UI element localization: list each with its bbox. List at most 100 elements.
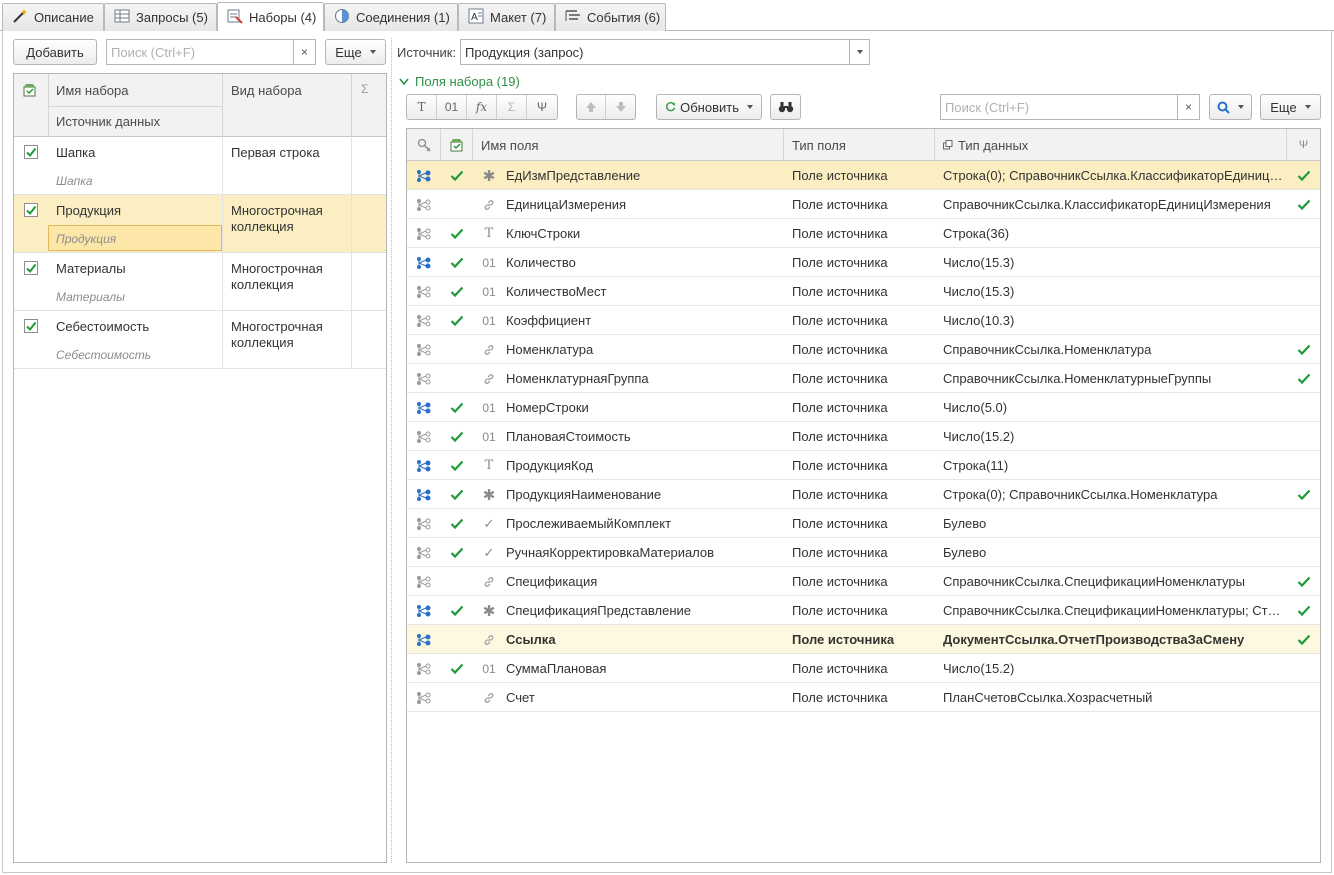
- role-icon[interactable]: [407, 567, 441, 596]
- tab-joins[interactable]: Соединения (1): [324, 3, 458, 31]
- check-icon[interactable]: [1287, 625, 1320, 654]
- check-icon[interactable]: [441, 306, 473, 335]
- role-icon[interactable]: [407, 364, 441, 393]
- column-data-source[interactable]: Источник данных: [56, 114, 160, 129]
- field-row[interactable]: T ПродукцияКод Поле источника Строка(11): [407, 451, 1320, 480]
- empty-check[interactable]: [1287, 451, 1320, 480]
- dimension-role-icon[interactable]: [407, 625, 441, 654]
- dataset-row[interactable]: Шапка Шапка Первая строка: [14, 137, 386, 195]
- field-row[interactable]: НоменклатурнаяГруппа Поле источника Справо…: [407, 364, 1320, 393]
- tab-events[interactable]: События (6): [555, 3, 666, 31]
- column-field-type[interactable]: Тип поля: [784, 129, 935, 161]
- empty-check[interactable]: [1287, 683, 1320, 712]
- dataset-use-checkbox[interactable]: [24, 319, 38, 333]
- dimension-role-icon[interactable]: [407, 393, 441, 422]
- check-icon[interactable]: [1287, 480, 1320, 509]
- field-row[interactable]: ✓ ПрослеживаемыйКомплект Поле источника Бул…: [407, 509, 1320, 538]
- role-icon[interactable]: [407, 422, 441, 451]
- check-icon[interactable]: [441, 451, 473, 480]
- role-icon[interactable]: [407, 538, 441, 567]
- empty-check[interactable]: [1287, 219, 1320, 248]
- check-icon[interactable]: [441, 248, 473, 277]
- left-more-button[interactable]: Еще: [325, 39, 386, 65]
- role-icon[interactable]: [407, 277, 441, 306]
- role-icon[interactable]: [407, 683, 441, 712]
- role-icon[interactable]: [407, 335, 441, 364]
- field-row[interactable]: ЕдиницаИзмерения Поле источника Справочник…: [407, 190, 1320, 219]
- field-row[interactable]: Счет Поле источника ПланСчетовСсылка.Хозра…: [407, 683, 1320, 712]
- check-icon[interactable]: [1287, 190, 1320, 219]
- empty-check[interactable]: [1287, 306, 1320, 335]
- check-icon[interactable]: [441, 161, 473, 190]
- field-row[interactable]: ✱ ЕдИзмПредставление Поле источника Строка(…: [407, 161, 1320, 190]
- dataset-row[interactable]: Себестоимость Себестоимость Многострочная …: [14, 311, 386, 369]
- dimension-role-icon[interactable]: [407, 480, 441, 509]
- fields-search-input[interactable]: [941, 95, 1177, 119]
- dataset-use-checkbox[interactable]: [24, 203, 38, 217]
- fields-group-title[interactable]: Поля набора (19): [399, 74, 520, 89]
- add-button[interactable]: Добавить: [13, 39, 97, 65]
- fields-more-button[interactable]: Еще: [1260, 94, 1321, 120]
- column-dataset-kind[interactable]: Вид набора: [231, 83, 302, 98]
- column-field-name[interactable]: Имя поля: [473, 129, 784, 161]
- check-icon[interactable]: [441, 219, 473, 248]
- fork-icon[interactable]: Ψ: [527, 95, 557, 119]
- dataset-row[interactable]: Материалы Материалы Многострочная коллекци…: [14, 253, 386, 311]
- role-icon[interactable]: [407, 219, 441, 248]
- dataset-use-checkbox[interactable]: [24, 261, 38, 275]
- check-icon[interactable]: [441, 538, 473, 567]
- dataset-source[interactable]: Продукция: [56, 232, 116, 246]
- dataset-row[interactable]: Продукция Продукция Многострочная коллекци…: [14, 195, 386, 253]
- field-row[interactable]: Спецификация Поле источника СправочникСсыл…: [407, 567, 1320, 596]
- chevron-down-icon[interactable]: [849, 40, 869, 64]
- dimension-role-icon[interactable]: [407, 248, 441, 277]
- check-icon[interactable]: [441, 654, 473, 683]
- check-icon[interactable]: [441, 596, 473, 625]
- check-icon[interactable]: [441, 422, 473, 451]
- column-data-type[interactable]: Тип данных: [935, 129, 1287, 161]
- check-icon[interactable]: [441, 480, 473, 509]
- tab-queries[interactable]: Запросы (5): [104, 3, 217, 31]
- role-icon[interactable]: [407, 306, 441, 335]
- dimension-role-icon[interactable]: [407, 161, 441, 190]
- empty-check[interactable]: [441, 683, 473, 712]
- tab-datasets[interactable]: Наборы (4): [217, 2, 324, 31]
- empty-check[interactable]: [441, 335, 473, 364]
- clear-icon[interactable]: ×: [293, 40, 315, 64]
- field-row[interactable]: T КлючСтроки Поле источника Строка(36): [407, 219, 1320, 248]
- column-dataset-name[interactable]: Имя набора: [56, 83, 128, 98]
- role-icon[interactable]: [407, 654, 441, 683]
- dimension-role-icon[interactable]: [407, 596, 441, 625]
- check-icon[interactable]: [1287, 335, 1320, 364]
- field-row[interactable]: 01 Коэффициент Поле источника Число(10.3): [407, 306, 1320, 335]
- number-field-button[interactable]: 01: [437, 95, 467, 119]
- field-row[interactable]: ✱ ПродукцияНаименование Поле источника Стро…: [407, 480, 1320, 509]
- empty-check[interactable]: [1287, 422, 1320, 451]
- clear-icon[interactable]: ×: [1177, 95, 1199, 119]
- field-row[interactable]: 01 Количество Поле источника Число(15.3): [407, 248, 1320, 277]
- field-row[interactable]: 01 ПлановаяСтоимость Поле источника Число(1…: [407, 422, 1320, 451]
- dimension-role-icon[interactable]: [407, 451, 441, 480]
- empty-check[interactable]: [1287, 277, 1320, 306]
- empty-check[interactable]: [441, 190, 473, 219]
- empty-check[interactable]: [441, 364, 473, 393]
- left-search-field[interactable]: ×: [106, 39, 316, 65]
- fields-search-field[interactable]: ×: [940, 94, 1200, 120]
- field-row[interactable]: ✓ РучнаяКорректировкаМатериалов Поле источ…: [407, 538, 1320, 567]
- empty-check[interactable]: [441, 625, 473, 654]
- panel-splitter[interactable]: [391, 38, 392, 863]
- move-up-icon[interactable]: [577, 95, 607, 119]
- dataset-use-checkbox[interactable]: [24, 145, 38, 159]
- check-icon[interactable]: [1287, 364, 1320, 393]
- role-icon[interactable]: [407, 509, 441, 538]
- left-search-input[interactable]: [107, 40, 293, 64]
- move-down-icon[interactable]: [606, 95, 635, 119]
- source-select[interactable]: Продукция (запрос): [460, 39, 870, 65]
- find-button[interactable]: [770, 94, 801, 120]
- empty-check[interactable]: [1287, 538, 1320, 567]
- field-row[interactable]: 01 КоличествоМест Поле источника Число(15.3…: [407, 277, 1320, 306]
- check-icon[interactable]: [441, 277, 473, 306]
- check-icon[interactable]: [441, 393, 473, 422]
- sum-icon[interactable]: Σ: [497, 95, 527, 119]
- empty-check[interactable]: [441, 567, 473, 596]
